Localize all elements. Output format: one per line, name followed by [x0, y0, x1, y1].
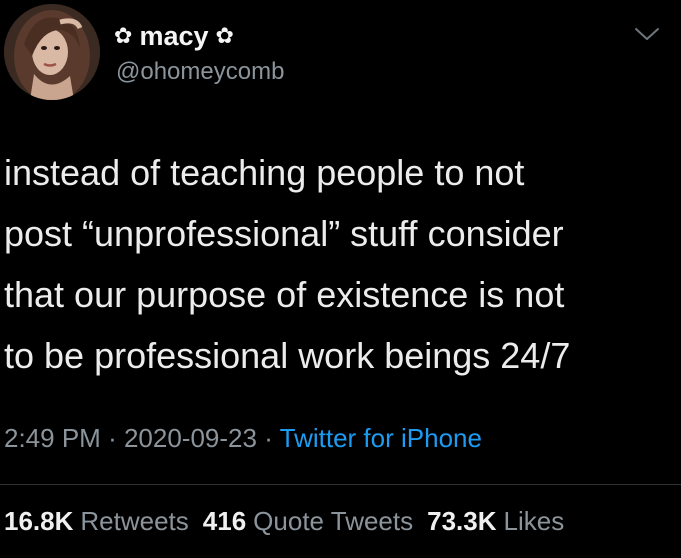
retweets-stat[interactable]: 16.8K Retweets: [4, 506, 189, 537]
retweets-count: 16.8K: [4, 506, 74, 536]
tweet-time[interactable]: 2:49 PM: [4, 423, 101, 453]
tweet-source-link[interactable]: Twitter for iPhone: [280, 423, 482, 453]
divider: [0, 484, 681, 485]
likes-label: Likes: [503, 506, 565, 536]
quote-tweets-stat[interactable]: 416 Quote Tweets: [203, 506, 413, 537]
flower-icon: ✿: [114, 23, 133, 48]
likes-count: 73.3K: [427, 506, 497, 536]
tweet-meta: 2:49 PM · 2020-09-23 · Twitter for iPhon…: [4, 423, 482, 454]
avatar[interactable]: [4, 4, 100, 100]
meta-separator: ·: [108, 423, 117, 453]
quote-tweets-label: Quote Tweets: [253, 506, 414, 536]
tweet-stats: 16.8K Retweets 416 Quote Tweets 73.3K Li…: [4, 506, 578, 537]
chevron-down-icon[interactable]: [630, 22, 664, 46]
avatar-image: [4, 4, 100, 100]
flower-icon: ✿: [215, 23, 234, 48]
author-handle[interactable]: @ohomeycomb: [116, 58, 284, 86]
display-name[interactable]: macy: [139, 21, 208, 52]
tweet-date[interactable]: 2020-09-23: [124, 423, 257, 453]
tweet-text: instead of teaching people to not post “…: [4, 152, 571, 376]
retweets-label: Retweets: [80, 506, 189, 536]
meta-separator: ·: [264, 423, 273, 453]
tweet-card: ✿ macy ✿ @ohomeycomb instead of teaching…: [0, 0, 681, 558]
author-name-row[interactable]: ✿ macy ✿: [114, 18, 234, 54]
likes-stat[interactable]: 73.3K Likes: [427, 506, 564, 537]
quote-tweets-count: 416: [202, 506, 247, 536]
